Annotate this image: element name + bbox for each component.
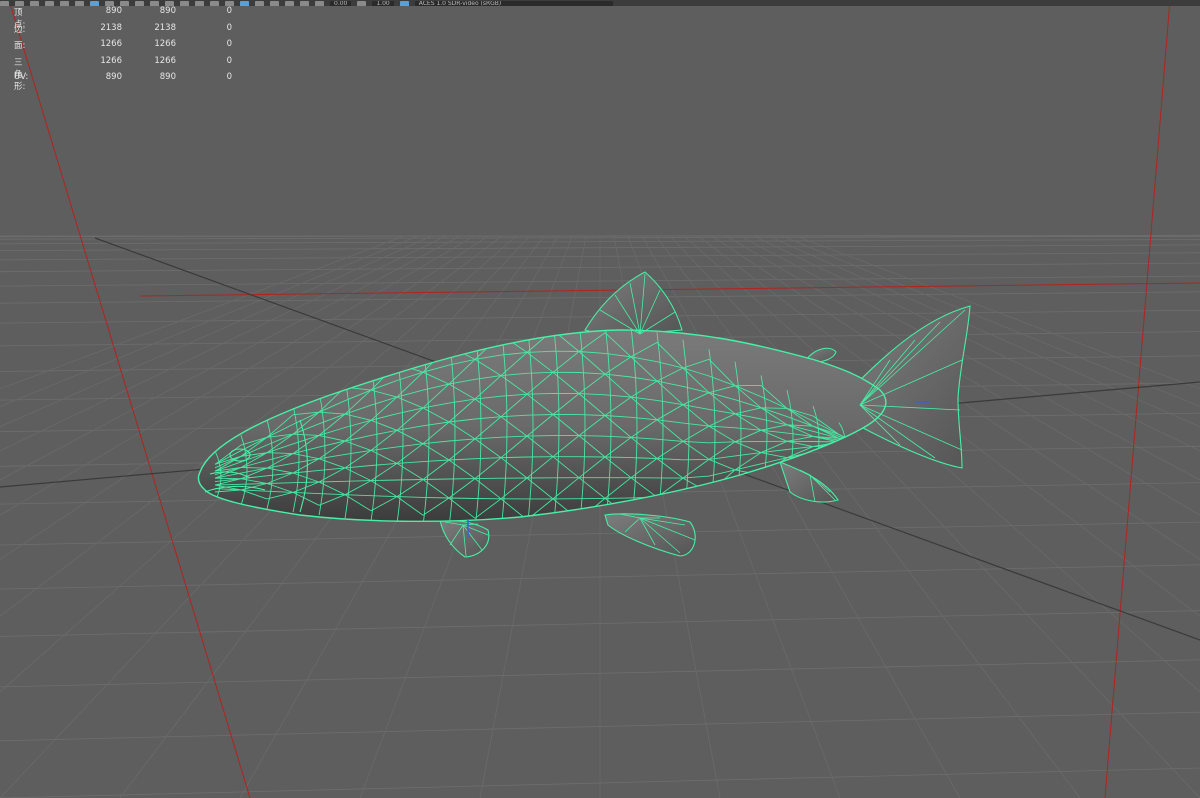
mesh-edge <box>838 437 866 448</box>
mesh-edge <box>838 437 866 447</box>
color-management-icon[interactable] <box>399 1 409 6</box>
mesh-edge <box>760 407 788 409</box>
color-space-dropdown[interactable]: ACES 1.0 SDR-video (sRGB) <box>414 1 613 6</box>
stat-selected: 1266 <box>100 39 122 50</box>
stat-label: 面: <box>14 41 26 52</box>
gamma-field[interactable]: 1.00 <box>372 1 394 6</box>
mesh-edge <box>838 440 866 447</box>
select-icon[interactable] <box>0 1 9 6</box>
stat-total: 2138 <box>154 22 176 33</box>
stat-extra: 0 <box>226 72 232 83</box>
mesh-edge <box>214 477 242 480</box>
mesh-edge <box>838 441 866 445</box>
stat-total: 1266 <box>154 55 176 66</box>
scene-canvas[interactable] <box>0 0 1200 798</box>
stat-selected: 2138 <box>100 22 122 33</box>
mesh-edge <box>760 473 788 476</box>
exposure-icon[interactable] <box>315 1 324 6</box>
mesh-edge <box>682 492 710 516</box>
stat-total: 890 <box>159 72 176 83</box>
stat-label: 边: <box>14 24 26 35</box>
paint-icon[interactable] <box>30 1 39 6</box>
ssao-icon[interactable] <box>255 1 264 6</box>
stat-extra: 0 <box>226 55 232 66</box>
stat-selected: 890 <box>105 6 122 16</box>
mesh-edge <box>838 434 866 448</box>
stat-label: UV: <box>14 72 29 83</box>
stat-extra: 0 <box>226 22 232 33</box>
stat-extra: 0 <box>226 6 232 16</box>
stat-total: 890 <box>159 6 176 16</box>
grid-line <box>641 235 961 798</box>
gamma-icon[interactable] <box>357 1 367 6</box>
shadows-icon[interactable] <box>180 1 189 6</box>
mesh-edge <box>708 492 736 499</box>
stat-extra: 0 <box>226 39 232 50</box>
exposure-field[interactable]: 0.00 <box>330 1 352 6</box>
rotate-icon[interactable] <box>60 1 69 6</box>
mesh-edge <box>812 449 840 458</box>
dof-icon[interactable] <box>300 1 309 6</box>
mesh-edge <box>838 440 866 443</box>
3d-viewport[interactable]: 0.00 1.00 ACES 1.0 SDR-video (sRGB) 顶点: … <box>0 0 1200 798</box>
aa-icon[interactable] <box>285 1 294 6</box>
mesh-edge <box>656 496 684 516</box>
mesh-edge <box>240 467 268 469</box>
motion-blur-icon[interactable] <box>270 1 279 6</box>
move-icon[interactable] <box>45 1 54 6</box>
status-toolbar: 0.00 1.00 ACES 1.0 SDR-video (sRGB) <box>0 0 1200 6</box>
stat-selected: 1266 <box>100 55 122 66</box>
stat-total: 1266 <box>154 39 176 50</box>
stat-selected: 890 <box>105 72 122 83</box>
mesh-edge <box>838 437 866 450</box>
grid-line <box>655 235 1081 798</box>
hud-icon[interactable] <box>240 1 249 6</box>
